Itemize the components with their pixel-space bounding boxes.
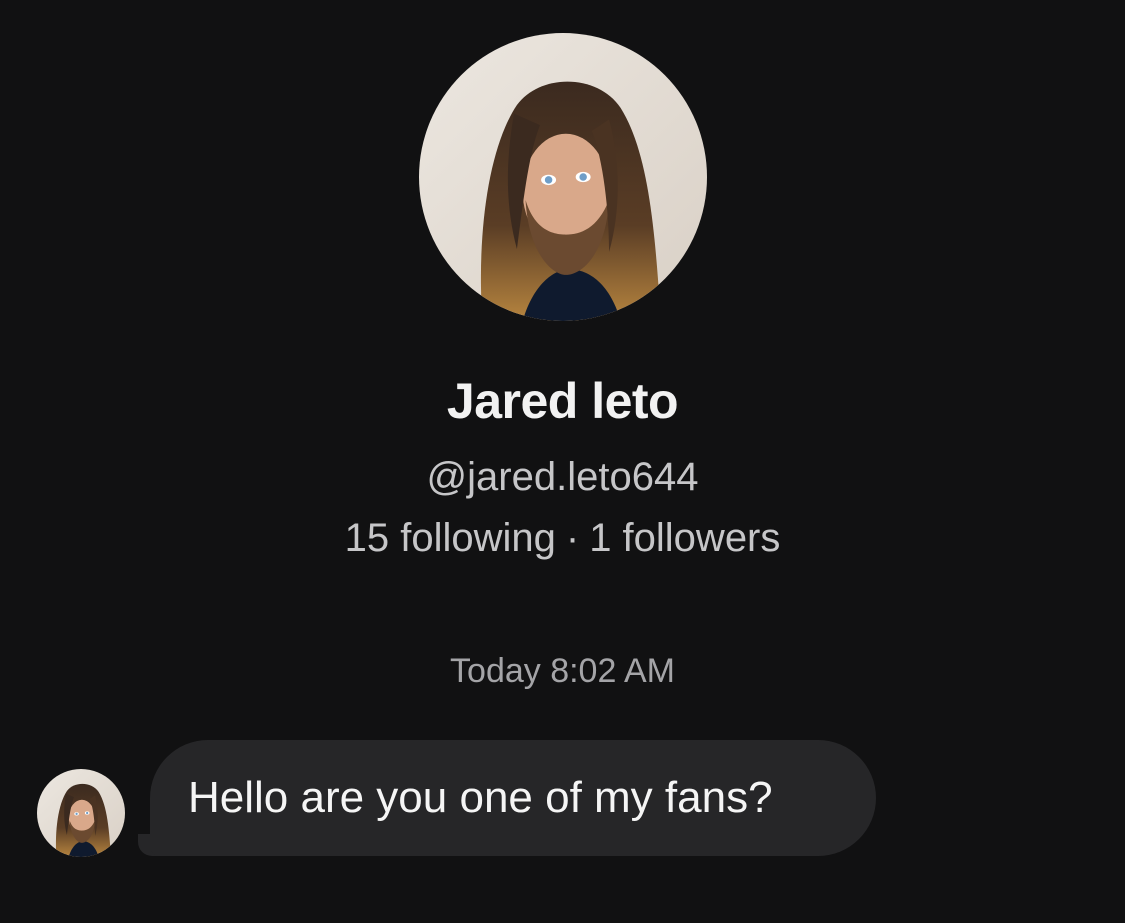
- following-count[interactable]: 15 following: [345, 516, 556, 560]
- sender-avatar-icon: [37, 769, 125, 857]
- message-text: Hello are you one of my fans?: [188, 773, 773, 822]
- profile-avatar[interactable]: [419, 33, 707, 321]
- profile-stats: 15 following · 1 followers: [0, 516, 1125, 561]
- stats-separator: ·: [565, 516, 580, 560]
- message-timestamp: Today 8:02 AM: [450, 652, 675, 690]
- followers-count[interactable]: 1 followers: [589, 516, 780, 560]
- profile-photo-icon: [419, 33, 707, 321]
- profile-name: Jared leto: [446, 373, 679, 429]
- profile-handle: @jared.leto644: [426, 455, 699, 499]
- message-bubble[interactable]: Hello are you one of my fans?: [150, 740, 876, 856]
- sender-avatar[interactable]: [37, 769, 125, 857]
